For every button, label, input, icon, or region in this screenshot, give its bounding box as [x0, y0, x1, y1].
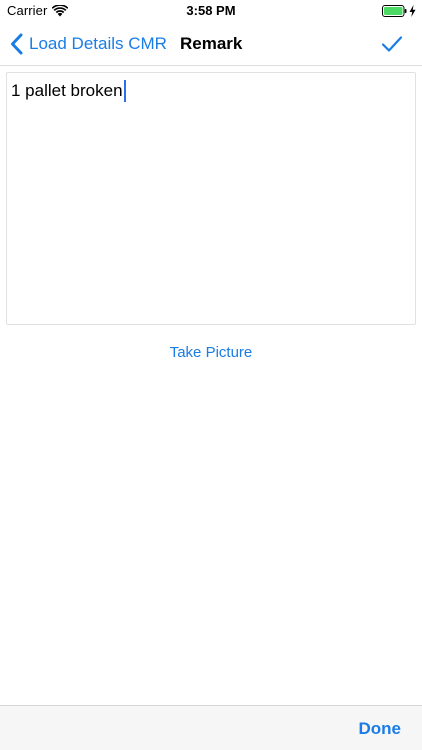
- checkmark-icon: [381, 35, 403, 53]
- chevron-left-icon: [10, 33, 23, 55]
- remark-text-area[interactable]: 1 pallet broken: [6, 72, 416, 325]
- battery-icon: [382, 4, 407, 17]
- status-bar: Carrier 3:58 PM: [0, 0, 422, 22]
- text-cursor: [123, 80, 126, 102]
- navigation-bar: Load Details CMR Remark: [0, 22, 422, 66]
- confirm-button[interactable]: [378, 22, 406, 66]
- back-button-label: Load Details CMR: [29, 34, 167, 53]
- status-right: [382, 4, 416, 17]
- page-title: Remark: [180, 34, 243, 53]
- take-picture-container: Take Picture: [0, 342, 422, 363]
- status-time: 3:58 PM: [186, 3, 236, 18]
- remark-text-value: 1 pallet broken: [11, 81, 123, 100]
- remark-screen: Carrier 3:58 PM Load Details CMR Remark …: [0, 0, 422, 750]
- take-picture-button[interactable]: Take Picture: [166, 342, 257, 363]
- done-button[interactable]: Done: [359, 706, 402, 750]
- keyboard-accessory-bar: Done: [0, 705, 422, 750]
- back-button[interactable]: Load Details CMR: [10, 22, 167, 66]
- charging-icon: [409, 4, 416, 17]
